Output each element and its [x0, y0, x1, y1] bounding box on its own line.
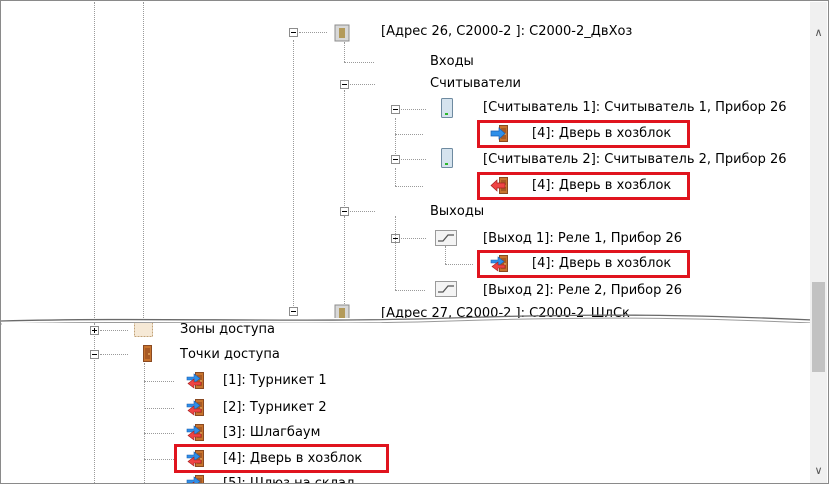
tree-connector: [100, 330, 128, 331]
scroll-down-arrow-icon[interactable]: ∨: [810, 462, 827, 479]
tree-connector: [144, 433, 174, 434]
tree-connector: [144, 381, 174, 382]
tree-guide-line: [395, 216, 396, 290]
inputs-node[interactable]: Входы: [430, 54, 474, 70]
tree-connector: [144, 459, 174, 460]
configuration-tree-panel[interactable]: [Адрес 26, С2000-2 ]: С2000-2_ДвХоз Вход…: [2, 2, 812, 318]
door-arrow-icon: [184, 474, 208, 484]
tree-guide-line: [395, 118, 396, 134]
tree-connector: [401, 238, 426, 239]
tree-guide-line: [94, 2, 95, 318]
expand-toggle[interactable]: [90, 326, 99, 335]
tree-connector: [395, 290, 425, 291]
tree-guide-line: [344, 216, 345, 310]
tree-connector: [401, 109, 426, 110]
access-point-2[interactable]: [2]: Турникет 2: [223, 400, 327, 416]
tree-connector: [144, 483, 174, 484]
tree-guide-line: [143, 2, 144, 318]
tree-guide-line: [445, 246, 446, 264]
tree-connector: [299, 32, 327, 33]
outputs-node[interactable]: Выходы: [430, 204, 484, 220]
access-zones-node[interactable]: Зоны доступа: [180, 323, 275, 338]
access-point-1[interactable]: [1]: Турникет 1: [223, 373, 327, 389]
tree-connector: [144, 408, 174, 409]
device-26-label[interactable]: [Адрес 26, С2000-2 ]: С2000-2_ДвХоз: [381, 24, 632, 40]
reader-green-led-icon: [441, 148, 453, 168]
collapse-toggle[interactable]: [340, 207, 349, 216]
tree-guide-line: [344, 42, 345, 62]
output-2-node[interactable]: [Выход 2]: Реле 2, Прибор 26: [483, 283, 682, 299]
highlight-box: [174, 444, 389, 473]
collapse-toggle[interactable]: [391, 105, 400, 114]
tree-connector: [401, 159, 426, 160]
highlight-box: [477, 250, 690, 278]
relay-icon: [435, 281, 457, 297]
door-arrow-icon: [184, 371, 208, 391]
relay-icon: [435, 230, 457, 246]
device-icon: [334, 24, 350, 42]
tree-guide-line: [395, 168, 396, 186]
tree-connector: [395, 186, 423, 187]
highlight-box: [477, 120, 690, 148]
reader-green-led-icon: [441, 98, 453, 118]
reader-2-node[interactable]: [Считыватель 2]: Считыватель 2, Прибор 2…: [483, 152, 787, 168]
output-1-node[interactable]: [Выход 1]: Реле 1, Прибор 26: [483, 231, 682, 247]
door-icon: [134, 344, 154, 364]
vertical-scrollbar[interactable]: ∧ ∨: [810, 2, 827, 483]
collapse-toggle[interactable]: [340, 80, 349, 89]
zone-icon: [134, 323, 153, 337]
tree-connector: [344, 62, 374, 63]
tree-guide-line: [293, 40, 294, 310]
tree-connector: [395, 134, 423, 135]
readers-node[interactable]: Считыватели: [430, 76, 521, 92]
reader-1-node[interactable]: [Считыватель 1]: Считыватель 1, Прибор 2…: [483, 100, 787, 116]
door-arrow-icon: [184, 423, 208, 443]
scroll-thumb[interactable]: [812, 282, 825, 372]
tree-guide-line: [94, 323, 95, 483]
tree-connector: [350, 84, 375, 85]
collapse-toggle[interactable]: [289, 28, 298, 37]
tree-guide-line: [344, 90, 345, 210]
access-points-node[interactable]: Точки доступа: [180, 347, 280, 363]
collapse-toggle[interactable]: [391, 155, 400, 164]
collapse-toggle[interactable]: [90, 350, 99, 359]
tree-view-frame: [Адрес 26, С2000-2 ]: С2000-2_ДвХоз Вход…: [0, 0, 829, 484]
tree-connector: [350, 211, 375, 212]
highlight-box: [477, 172, 690, 200]
access-tree-panel[interactable]: Зоны доступа Точки доступа [1]: Турникет…: [2, 323, 812, 484]
access-point-5[interactable]: [5]: Шлюз на склад: [223, 476, 355, 483]
tree-connector: [100, 354, 128, 355]
access-point-3[interactable]: [3]: Шлагбаум: [223, 425, 320, 441]
door-arrow-icon: [184, 398, 208, 418]
tree-connector: [445, 264, 473, 265]
scroll-up-arrow-icon[interactable]: ∧: [810, 24, 827, 41]
